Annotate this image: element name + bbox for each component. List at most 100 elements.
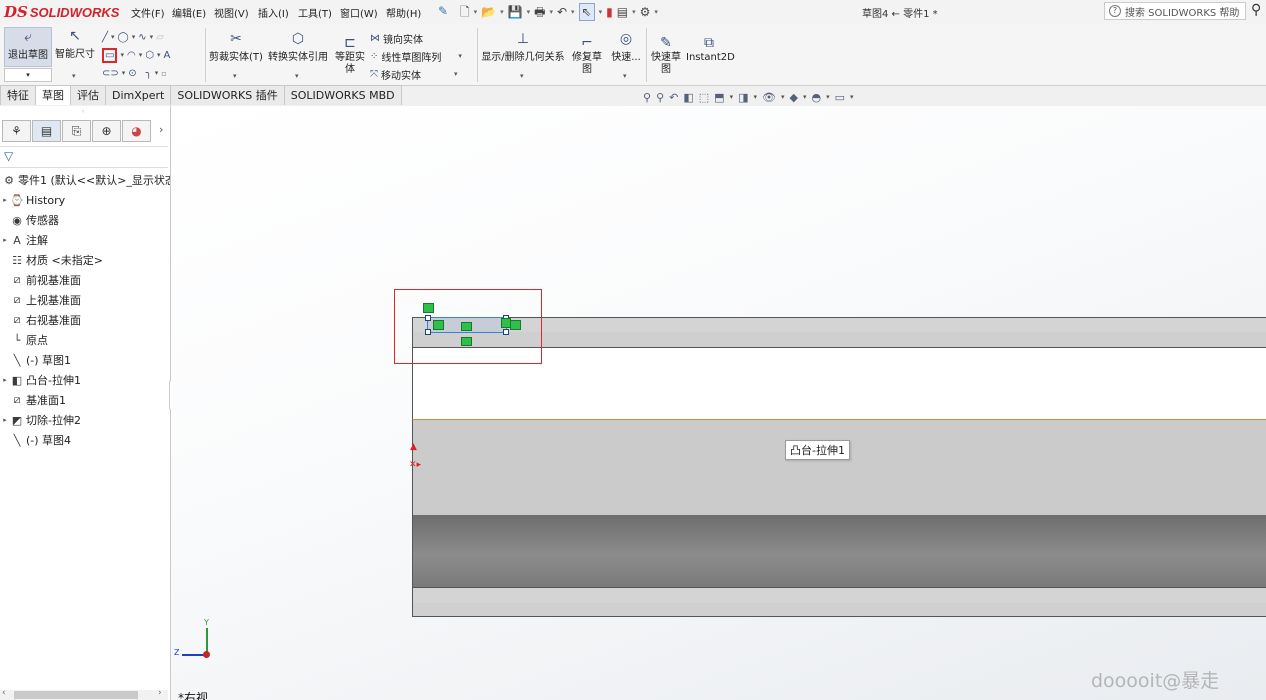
expand-arrow-icon[interactable]: ▸ (0, 196, 10, 204)
tree-item[interactable]: ⚙ 零件1 (默认<<默认>_显示状态 (0, 170, 170, 190)
new-file-icon[interactable]: 🗋 (460, 4, 470, 20)
menu-tools[interactable]: 工具(T) (298, 5, 332, 20)
tree-item[interactable]: ◉ 传感器 (0, 210, 170, 230)
rectangle-icon[interactable]: ▭ (102, 47, 118, 63)
tree-item[interactable]: ⧄ 前视基准面 (0, 270, 170, 290)
fillet-icon[interactable]: ╮ (146, 68, 152, 79)
menu-edit[interactable]: 编辑(E) (172, 5, 206, 20)
zoom-to-fit-icon[interactable]: ⚲ (643, 91, 651, 104)
display-style-icon[interactable]: ◨ (738, 91, 748, 104)
menu-view[interactable]: 视图(V) (214, 5, 249, 20)
tree-item[interactable]: ⧄ 上视基准面 (0, 290, 170, 310)
scroll-left-icon[interactable]: ‹ (2, 688, 6, 698)
scroll-right-icon[interactable]: › (158, 688, 162, 698)
solidworks-logo[interactable]: DS SOLIDWORKS (4, 2, 119, 22)
search-icon[interactable]: ⚲ (1251, 2, 1261, 18)
display-manager-tab-icon[interactable]: ◕ (122, 120, 151, 142)
smart-dimension-dropdown[interactable]: ▾ (72, 72, 76, 80)
boss-extrude-face[interactable] (412, 419, 1266, 516)
zoom-to-area-icon[interactable]: ⚲ (656, 91, 664, 104)
undo-icon[interactable]: ↶ (557, 4, 567, 20)
convert-dropdown[interactable]: ▾ (295, 72, 299, 80)
open-file-icon[interactable]: 📂 (481, 4, 496, 20)
expand-arrow-icon[interactable]: ▸ (0, 376, 10, 384)
reference-triad[interactable]: Y Z (174, 618, 214, 664)
instant2d-button[interactable]: ⧉ Instant2D (686, 34, 735, 63)
hide-show-icon[interactable]: 👁 (762, 91, 776, 104)
tree-item[interactable]: ⧄ 右视基准面 (0, 310, 170, 330)
slot-icon[interactable]: ⊂⊃ (102, 68, 119, 79)
tab-sketch[interactable]: 草图 (35, 85, 71, 105)
previous-view-icon[interactable]: ↶ (669, 91, 678, 104)
bottom-rib-face-lower[interactable] (412, 603, 1266, 617)
move-entities-button[interactable]: ⤧ 移动实体 ▾ (370, 65, 474, 83)
tree-item[interactable]: ☷ 材质 <未指定> (0, 250, 170, 270)
arc-icon[interactable]: ◠ (127, 50, 136, 61)
tab-features[interactable]: 特征 (0, 85, 36, 105)
smart-dimension-button[interactable]: ↖ 智能尺寸 (54, 27, 96, 60)
rapid-sketch-button[interactable]: ✎ 快速草 图 (648, 34, 684, 76)
section-view-icon[interactable]: ◧ (683, 91, 693, 104)
tab-dimxpert[interactable]: DimXpert (105, 85, 172, 105)
view-orientation-icon[interactable]: ⬒ (714, 91, 724, 104)
quick-snaps-button[interactable]: ◎ 快速... (608, 30, 644, 63)
relations-dropdown[interactable]: ▾ (520, 72, 524, 80)
point-icon[interactable]: ⊙ (128, 68, 136, 79)
polygon-icon[interactable]: ⬡ (145, 50, 154, 61)
print-icon[interactable]: 🖶 (534, 4, 545, 20)
tab-evaluate[interactable]: 评估 (70, 85, 106, 105)
menu-file[interactable]: 文件(F) (131, 5, 165, 20)
expand-arrow-icon[interactable]: ▸ (0, 236, 10, 244)
tree-item[interactable]: ╲ (-) 草图4 (0, 430, 170, 450)
feature-manager-tab-icon[interactable]: ⚘ (2, 120, 31, 142)
tree-item[interactable]: ▸ A 注解 (0, 230, 170, 250)
line-icon[interactable]: ╱ (102, 32, 108, 43)
panel-horizontal-scrollbar[interactable]: ‹ › (0, 688, 168, 700)
menu-help[interactable]: 帮助(H) (386, 5, 421, 20)
tree-item[interactable]: ╲ (-) 草图1 (0, 350, 170, 370)
graphics-area[interactable]: ▲ ✕▸ 凸台-拉伸1 Y Z dooooit@暴走 *右视 (171, 106, 1266, 700)
tree-item[interactable]: ⧄ 基准面1 (0, 390, 170, 410)
panel-expand-chevron-icon[interactable]: › (159, 123, 163, 136)
select-cursor-icon[interactable]: ⇖ (578, 3, 595, 21)
exit-sketch-dropdown[interactable]: ▾ (4, 68, 52, 82)
view-settings-icon[interactable]: ▭ (835, 91, 845, 104)
tab-mbd[interactable]: SOLIDWORKS MBD (283, 85, 402, 105)
body-face-dark[interactable] (412, 515, 1266, 587)
spline-icon[interactable]: ∿ (138, 32, 146, 43)
dimxpert-manager-tab-icon[interactable]: ⊕ (92, 120, 121, 142)
scrollbar-thumb[interactable] (14, 691, 138, 699)
quick-snaps-dropdown[interactable]: ▾ (623, 72, 627, 80)
offset-entities-button[interactable]: ⊏ 等距实 体 (332, 34, 368, 76)
display-delete-relations-button[interactable]: ⊥ 显示/删除几何关系 (480, 30, 566, 63)
pin-icon[interactable]: ✎ (438, 4, 448, 18)
configuration-manager-tab-icon[interactable]: ⎘ (62, 120, 91, 142)
file-properties-icon[interactable]: ▤ (617, 4, 628, 20)
tree-item[interactable]: ▸ ◧ 凸台-拉伸1 (0, 370, 170, 390)
trim-entities-button[interactable]: ✂ 剪裁实体(T) (208, 30, 264, 63)
mirror-entities-button[interactable]: ⋈ 镜向实体 (370, 29, 474, 47)
tree-item[interactable]: ▸ ⌚ History (0, 190, 170, 210)
circle-icon[interactable]: ◯ (118, 32, 129, 43)
help-search-input[interactable]: ? 搜索 SOLIDWORKS 帮助 (1104, 2, 1246, 20)
linear-pattern-button[interactable]: ⁘ 线性草图阵列 ▾ (370, 47, 474, 65)
bottom-rib-face[interactable] (412, 587, 1266, 604)
trim-dropdown[interactable]: ▾ (233, 72, 237, 80)
expand-arrow-icon[interactable]: ▸ (0, 416, 10, 424)
plane-sketch-icon[interactable]: ▱ (156, 32, 164, 43)
menu-insert[interactable]: 插入(I) (258, 5, 289, 20)
options-gear-icon[interactable]: ⚙ (640, 4, 651, 20)
tree-item[interactable]: └ 原点 (0, 330, 170, 350)
rebuild-icon[interactable]: ▮ (606, 4, 613, 20)
property-manager-tab-icon[interactable]: ▤ (32, 120, 61, 142)
chamfer-icon[interactable]: ▫ (161, 69, 166, 78)
save-icon[interactable]: 💾 (508, 4, 523, 20)
repair-sketch-button[interactable]: ⌐ 修复草 图 (570, 34, 604, 76)
apply-scene-icon[interactable]: ◓ (811, 91, 821, 104)
tab-addins[interactable]: SOLIDWORKS 插件 (170, 85, 285, 105)
dynamic-annotation-icon[interactable]: ⬚ (699, 91, 709, 104)
edit-appearance-icon[interactable]: ◆ (789, 91, 797, 104)
convert-entities-button[interactable]: ⬡ 转换实体引用 (266, 30, 330, 63)
menu-window[interactable]: 窗口(W) (340, 5, 378, 20)
tree-filter[interactable]: ▽ (0, 146, 168, 168)
